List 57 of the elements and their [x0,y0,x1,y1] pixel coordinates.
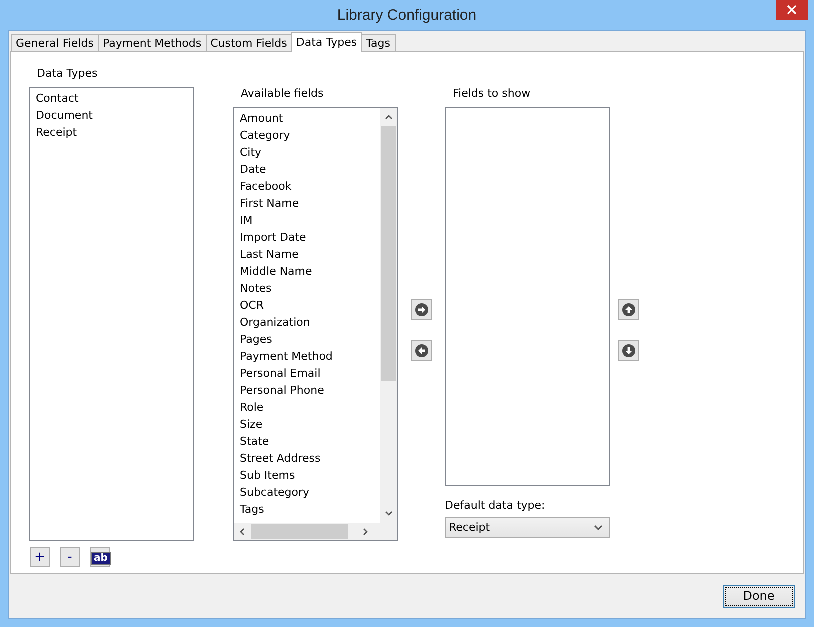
list-item[interactable]: Personal Phone [240,382,374,399]
list-item[interactable]: Notes [240,280,374,297]
list-item[interactable]: Facebook [240,178,374,195]
vertical-scrollbar[interactable] [380,108,397,523]
list-item[interactable]: First Name [240,195,374,212]
list-item[interactable]: Sub Items [240,467,374,484]
tab[interactable]: General Fields [11,34,99,51]
list-label: Data Types [36,67,99,81]
list-item[interactable]: City [240,144,374,161]
scroll-left-icon [239,528,245,536]
default-data-type-dropdown[interactable]: Receipt [445,517,610,538]
list-item[interactable]: Amount [240,110,374,127]
list-item[interactable]: Document [36,107,187,124]
list-item[interactable]: Street Address [240,450,374,467]
fields-to-show-list[interactable] [445,107,610,486]
list-item[interactable]: Organization [240,314,374,331]
move-down-button[interactable] [618,340,639,361]
list-item[interactable]: Category [240,127,374,144]
list-item[interactable]: OCR [240,297,374,314]
remove-field-button[interactable] [411,340,432,361]
list-item[interactable]: Subcategory [240,484,374,501]
window-title: Library Configuration [337,6,477,24]
add-field-button[interactable] [411,299,432,320]
list-item[interactable]: Receipt [36,124,187,141]
move-up-button[interactable] [618,299,639,320]
list-item[interactable]: Pages [240,331,374,348]
list-item[interactable]: Last Name [240,246,374,263]
list-item[interactable]: Size [240,416,374,433]
close-icon [787,5,797,15]
tab[interactable]: Custom Fields [206,34,292,51]
close-button[interactable] [776,0,808,20]
remove-button[interactable]: - [60,547,80,567]
list-item[interactable]: Personal Email [240,365,374,382]
tab[interactable]: Data Types [291,32,362,52]
scroll-right-icon [363,528,369,536]
tab[interactable]: Tags [361,34,396,51]
data-types-list[interactable]: Contact Document Receipt [29,87,194,541]
list-item[interactable]: Middle Name [240,263,374,280]
add-button[interactable]: + [30,547,50,567]
list-item[interactable]: IM [240,212,374,229]
tab[interactable]: Payment Methods [98,34,207,51]
scroll-down-icon [384,511,392,517]
field-label: Default data type: [445,499,546,513]
scroll-up-icon [384,114,392,120]
list-item[interactable]: Import Date [240,229,374,246]
chevron-down-icon [594,524,603,530]
list-item[interactable]: Tags [240,501,374,518]
list-item[interactable]: State [240,433,374,450]
list-item[interactable]: Payment Method [240,348,374,365]
rename-button[interactable]: ab [90,547,110,567]
list-item[interactable]: Date [240,161,374,178]
done-button[interactable]: Done [723,584,795,608]
list-label: Available fields [240,87,325,101]
list-label: Fields to show [452,87,532,101]
list-item[interactable]: Role [240,399,374,416]
available-fields-list[interactable] [233,107,398,541]
list-item[interactable]: Contact [36,90,187,107]
